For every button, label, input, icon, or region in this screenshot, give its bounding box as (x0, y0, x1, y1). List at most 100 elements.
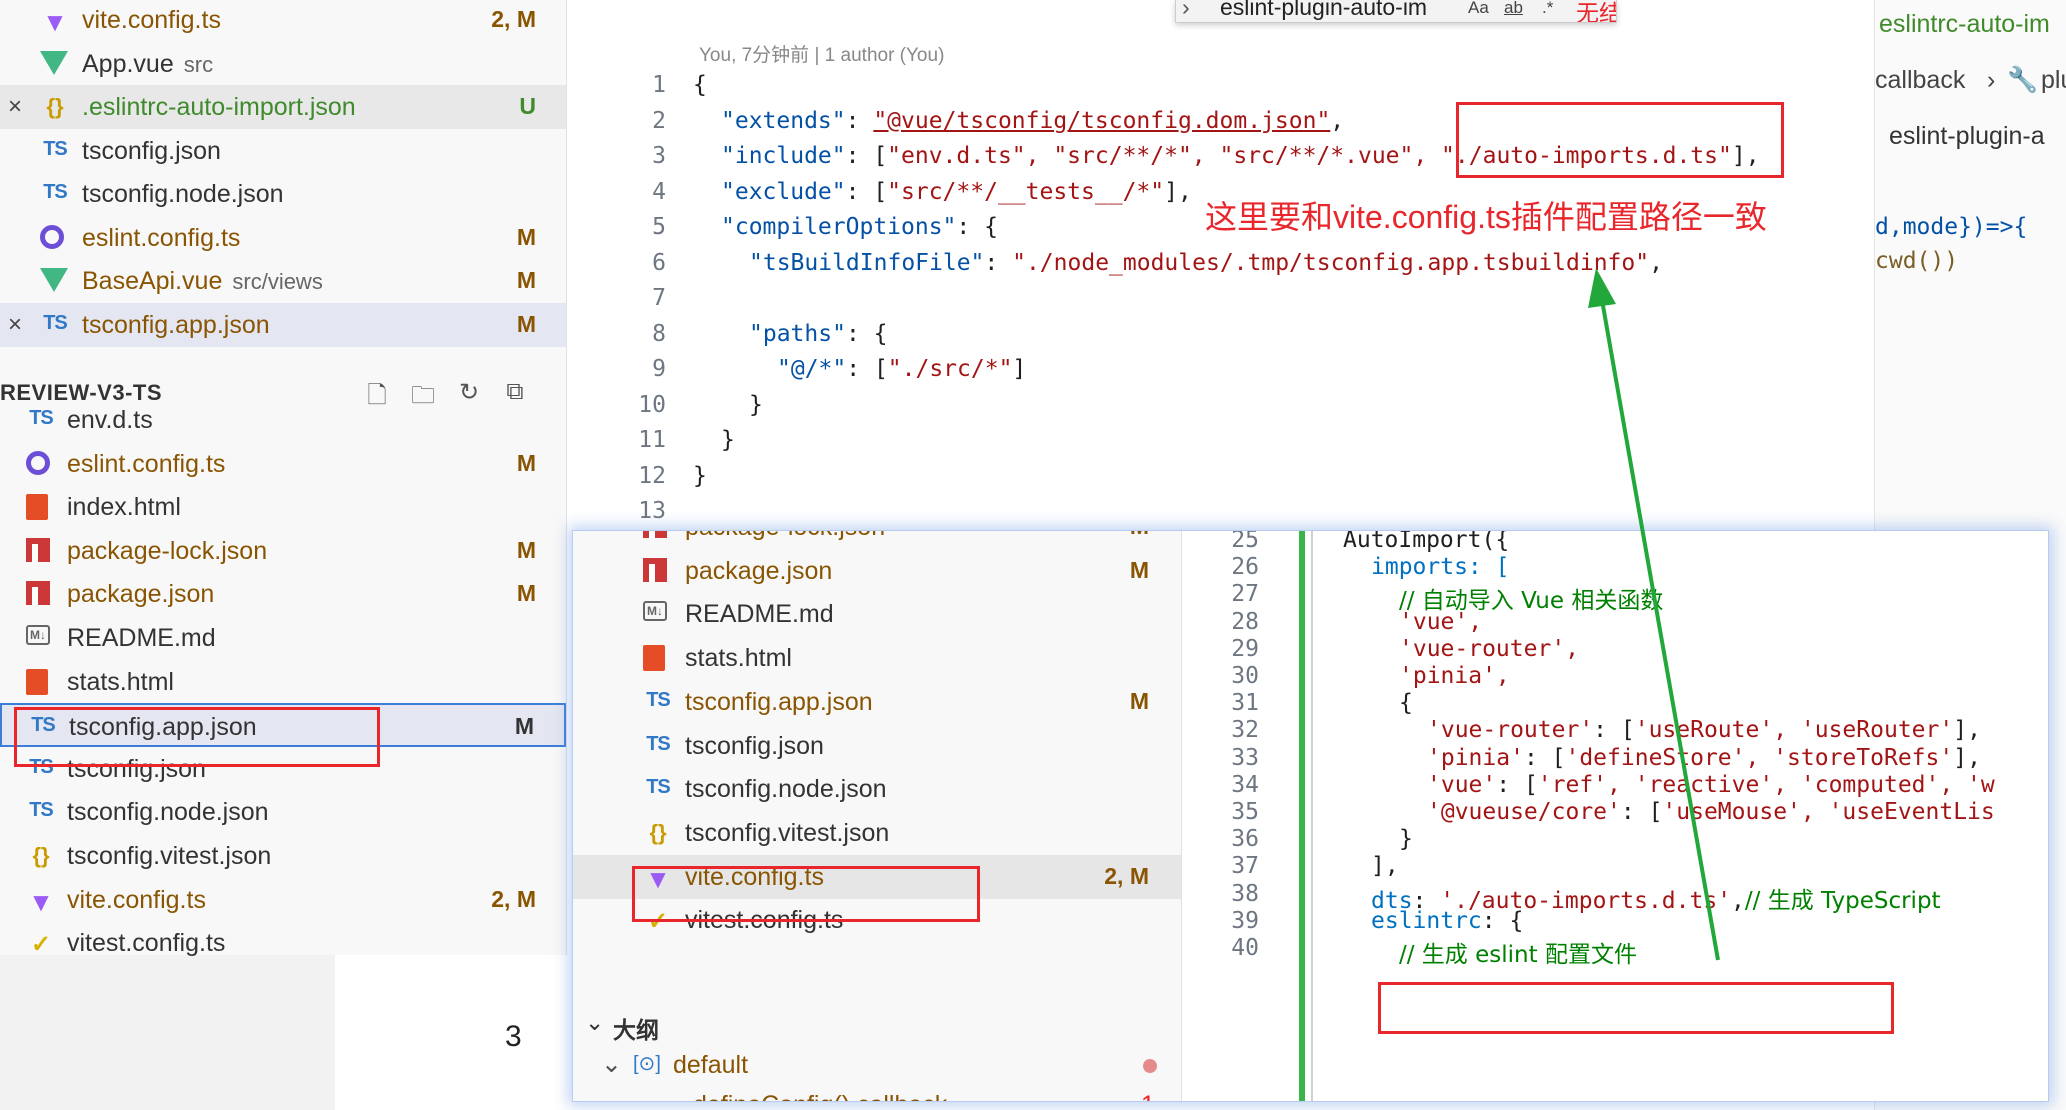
find-input[interactable]: eslint-plugin-auto-im (1220, 0, 1427, 21)
file-tree-item[interactable]: {} tsconfig.vitest.json (573, 811, 1181, 855)
code-line[interactable]: 'vue-router', (1399, 636, 1579, 662)
code-line[interactable]: } (1399, 826, 1413, 852)
code-line[interactable]: AutoImport({ (1343, 531, 1509, 553)
eslint-icon (26, 450, 50, 475)
breadcrumb-callback[interactable]: callback (1875, 66, 1965, 95)
git-status-badge: M (1129, 556, 1149, 583)
wrench-icon: 🔧 (2007, 66, 2039, 94)
file-tree-item[interactable]: TS tsconfig.node.json (573, 767, 1181, 811)
line-number: 1 (652, 72, 666, 98)
file-tree-item[interactable]: eslint.config.ts M (0, 442, 566, 486)
find-widget[interactable]: › eslint-plugin-auto-im Aa ab .* 无结果 (1175, 0, 1617, 23)
code-line[interactable]: '@vueuse/core': ['useMouse', 'useEventLi… (1427, 799, 1995, 825)
code-line[interactable]: 'vue': ['ref', 'reactive', 'computed', '… (1427, 772, 1995, 798)
code-line[interactable]: 'vue-router': ['useRoute', 'useRouter'], (1427, 717, 1981, 743)
file-tree-item[interactable]: TS env.d.ts (0, 398, 566, 442)
open-editor-item[interactable]: BaseApi.vue src/views M (0, 259, 566, 303)
file-label: stats.html (685, 644, 792, 673)
background-digit: 3 (505, 1020, 522, 1053)
code-line[interactable]: 'pinia', (1399, 663, 1510, 689)
open-editor-item[interactable]: × TS tsconfig.app.json M (0, 302, 566, 347)
code-line[interactable]: "tsBuildInfoFile": "./node_modules/.tmp/… (749, 250, 1663, 276)
file-tree-item[interactable]: index.html (0, 485, 566, 529)
code-line[interactable]: "paths": { (749, 321, 887, 347)
file-tree-item[interactable]: ▼ vite.config.ts 2, M (0, 878, 566, 922)
code-line[interactable]: "@/*": ["./src/*"] (777, 356, 1026, 382)
file-label: package.json (67, 580, 215, 609)
file-label: tsconfig.node.json (685, 775, 887, 804)
code-line[interactable]: } (721, 427, 735, 453)
open-editor-item[interactable]: TS tsconfig.node.json (0, 172, 566, 216)
file-label: vite.config.ts (685, 862, 824, 891)
code-line[interactable]: // 生成 eslint 配置文件 (1399, 935, 1637, 969)
code-line[interactable]: "extends": "@vue/tsconfig/tsconfig.dom.j… (721, 108, 1344, 134)
open-editor-label: App.vue src (82, 49, 214, 78)
file-tree-item[interactable]: M↓ README.md (573, 592, 1181, 636)
code-line[interactable]: "exclude": ["src/**/__tests__/*"], (721, 179, 1192, 205)
top-editor[interactable]: 1 {2 "extends": "@vue/tsconfig/tsconfig.do… (566, 0, 1874, 530)
code-line[interactable]: { (1399, 690, 1413, 716)
code-line[interactable]: 'vue', (1399, 609, 1482, 635)
code-line[interactable]: "include": ["env.d.ts", "src/**/*", "src… (721, 143, 1760, 169)
file-label: tsconfig.node.json (67, 798, 269, 827)
open-editor-item[interactable]: TS tsconfig.json (0, 129, 566, 173)
code-line[interactable]: "compilerOptions": { (721, 214, 998, 240)
vite-icon: ▼ (42, 7, 68, 37)
file-tree-item[interactable]: TS tsconfig.node.json (0, 790, 566, 834)
popup-editor[interactable]: 25 AutoImport({26 imports: [27// 自动导入 Vue … (1181, 531, 2048, 1101)
file-tree-item[interactable]: ✓ vitest.config.ts (573, 898, 1181, 942)
chevron-right-icon: › (1987, 66, 1996, 94)
file-tree-item[interactable]: ▼ vite.config.ts 2, M (573, 854, 1181, 899)
open-editor-item[interactable]: eslint.config.ts M (0, 216, 566, 260)
regex-button-icon[interactable]: .* (1542, 0, 1553, 18)
chevron-right-icon[interactable]: › (1182, 0, 1190, 21)
open-editor-item[interactable]: × {} .eslintrc-auto-import.json U (0, 85, 566, 129)
line-number: 5 (652, 214, 666, 240)
close-icon[interactable]: × (8, 93, 22, 121)
file-tree-item[interactable]: ✓ vitest.config.ts (0, 921, 566, 965)
code-line[interactable]: eslintrc: { (1371, 908, 1523, 934)
line-number: 39 (1231, 907, 1259, 934)
open-editor-item[interactable]: App.vue src (0, 42, 566, 86)
file-tree-item[interactable]: stats.html (573, 636, 1181, 680)
git-status-badge: M (516, 449, 536, 476)
outline-item-default[interactable]: ⌄ [⊙] default (573, 1045, 1181, 1089)
git-status-badge: M (516, 267, 536, 293)
file-label: package.json (685, 556, 833, 585)
breadcrumb-plugin[interactable]: plu (2041, 66, 2066, 95)
line-number: 13 (638, 498, 666, 524)
file-tree-item[interactable]: package-lock.json M (573, 531, 1181, 549)
file-tree-item[interactable]: TS tsconfig.app.json M (0, 703, 566, 748)
file-tree-item[interactable]: package.json M (0, 572, 566, 616)
code-line[interactable]: } (693, 463, 707, 489)
json-icon: {} (46, 94, 64, 119)
background-panel (0, 955, 335, 1110)
code-line[interactable]: ], (1371, 853, 1399, 879)
code-line[interactable]: imports: [ (1371, 554, 1509, 580)
file-tree-item[interactable]: TS tsconfig.app.json M (573, 680, 1181, 724)
file-tree-item[interactable]: package-lock.json M (0, 529, 566, 573)
match-case-button[interactable]: Aa (1468, 0, 1489, 18)
line-number: 31 (1231, 690, 1259, 717)
file-tree-item[interactable]: {} tsconfig.vitest.json (0, 834, 566, 878)
tab-eslint-plugin[interactable]: eslint-plugin-a (1889, 122, 2045, 151)
file-tree-item[interactable]: package.json M (573, 549, 1181, 593)
code-line[interactable]: { (693, 72, 707, 98)
ts-icon: TS (31, 714, 56, 737)
open-editor-item[interactable]: ▼ vite.config.ts 2, M (0, 0, 566, 42)
outline-header[interactable]: ⌄ 大纲 (573, 1001, 1181, 1045)
line-number: 25 (1231, 531, 1259, 553)
whole-word-button[interactable]: ab (1504, 0, 1523, 18)
close-icon[interactable]: × (8, 311, 22, 339)
outline-item-callback[interactable]: ⌄ defineConfig() callback 1 (573, 1087, 1181, 1101)
tab-eslintrc[interactable]: eslintrc-auto-im (1879, 10, 2050, 39)
file-tree-item[interactable]: stats.html (0, 660, 566, 704)
code-line[interactable]: } (749, 392, 763, 418)
file-tree-item[interactable]: M↓ README.md (0, 616, 566, 660)
file-tree-item[interactable]: TS tsconfig.json (573, 724, 1181, 768)
line-number: 29 (1231, 635, 1259, 662)
code-line[interactable]: 'pinia': ['defineStore', 'storeToRefs'], (1427, 745, 1981, 771)
file-tree-item[interactable]: TS tsconfig.json (0, 747, 566, 791)
git-blame[interactable]: You, 7分钟前 | 1 author (You) (699, 40, 944, 67)
ts-icon: TS (646, 732, 671, 755)
